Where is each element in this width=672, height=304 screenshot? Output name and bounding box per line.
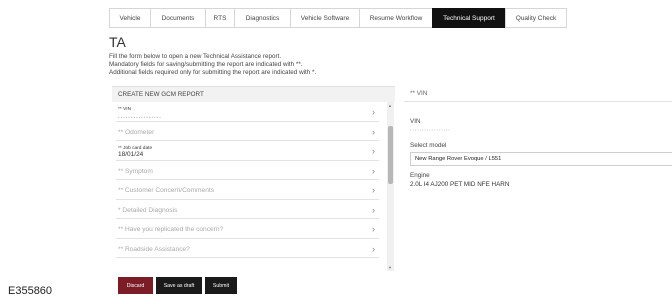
engine-label: Engine	[410, 172, 430, 179]
chevron-right-icon: ›	[372, 185, 375, 195]
engine-value: 2.0L I4 AJ200 PET MID NFE HARN	[410, 181, 510, 188]
tab-bar: Vehicle Documents RTS Diagnostics Vehicl…	[109, 8, 567, 28]
row-label: ** Have you replicated the concern?	[118, 226, 224, 233]
row-label: ** Customer Concern/Comments	[118, 187, 215, 194]
scroll-up-icon[interactable]: ▲	[388, 103, 392, 108]
row-label: ** VIN	[118, 107, 132, 112]
scroll-down-icon[interactable]: ▼	[388, 265, 392, 270]
form-row-detailed-diagnosis[interactable]: * Detailed Diagnosis ›	[116, 200, 379, 219]
intro-text: Fill the form below to open a new Techni…	[109, 53, 316, 78]
row-label: ** Odometer	[118, 128, 155, 136]
form-rows: ** VIN ••••••••••••••••• › ** Odometer ›…	[112, 102, 395, 258]
form-actions: Discard Save as draft Submit	[118, 277, 237, 294]
figure-id: E355860	[8, 285, 53, 297]
form-row-odometer[interactable]: ** Odometer ›	[116, 122, 379, 141]
report-form-panel: CREATE NEW GCM REPORT ** VIN •••••••••••…	[112, 86, 395, 271]
row-label: * Detailed Diagnosis	[118, 206, 178, 214]
form-row-vin[interactable]: ** VIN ••••••••••••••••• ›	[116, 102, 379, 122]
chevron-right-icon: ›	[372, 243, 375, 254]
form-header: CREATE NEW GCM REPORT	[112, 87, 395, 102]
form-row-replicated-concern[interactable]: ** Have you replicated the concern? ›	[116, 219, 379, 239]
chevron-right-icon: ›	[372, 146, 375, 156]
submit-button[interactable]: Submit	[205, 277, 237, 294]
form-scrollbar[interactable]: ▲ ▼	[387, 102, 394, 271]
chevron-right-icon: ›	[372, 165, 375, 176]
scrollbar-thumb[interactable]	[388, 126, 393, 184]
tab-diagnostics[interactable]: Diagnostics	[234, 8, 290, 28]
intro-line: Fill the form below to open a new Techni…	[109, 53, 282, 60]
page-title: TA	[109, 34, 126, 50]
row-value: •••••••••••••••••	[118, 115, 162, 120]
row-value: 18/01/24	[118, 151, 144, 158]
vin-value: •••••••••••••••••	[410, 127, 451, 132]
vin-details-panel: ** VIN VIN ••••••••••••••••• Select mode…	[404, 86, 672, 286]
chevron-right-icon: ›	[372, 107, 375, 117]
form-row-customer-concern[interactable]: ** Customer Concern/Comments ›	[116, 180, 379, 200]
form-row-job-card-date[interactable]: ** Job card date 18/01/24 ›	[116, 141, 379, 161]
save-draft-button[interactable]: Save as draft	[156, 277, 202, 294]
tab-rts[interactable]: RTS	[205, 8, 234, 28]
model-label: Select model	[410, 142, 447, 149]
form-row-roadside-assistance[interactable]: ** Roadside Assistance? ›	[116, 239, 379, 258]
form-row-symptom[interactable]: ** Symptom ›	[116, 161, 379, 180]
row-label: ** Symptom	[118, 167, 153, 175]
discard-button[interactable]: Discard	[118, 277, 153, 294]
tab-resume-workflow[interactable]: Resume Workflow	[359, 8, 432, 28]
vin-label: VIN	[410, 118, 421, 125]
intro-line: Additional fields required only for subm…	[109, 69, 317, 77]
tab-vehicle[interactable]: Vehicle	[109, 8, 150, 28]
model-select[interactable]: New Range Rover Evoque / L551	[410, 152, 672, 166]
tab-vehicle-software[interactable]: Vehicle Software	[290, 8, 359, 28]
chevron-right-icon: ›	[372, 224, 375, 234]
tab-documents[interactable]: Documents	[150, 8, 205, 28]
details-header: ** VIN	[404, 86, 672, 102]
chevron-right-icon: ›	[372, 204, 375, 215]
tab-quality-check[interactable]: Quality Check	[505, 8, 567, 28]
row-label: ** Roadside Assistance?	[118, 245, 190, 253]
tab-technical-support[interactable]: Technical Support	[432, 8, 505, 28]
chevron-right-icon: ›	[372, 126, 375, 137]
intro-line: Mandatory fields for saving/submitting t…	[109, 61, 303, 69]
